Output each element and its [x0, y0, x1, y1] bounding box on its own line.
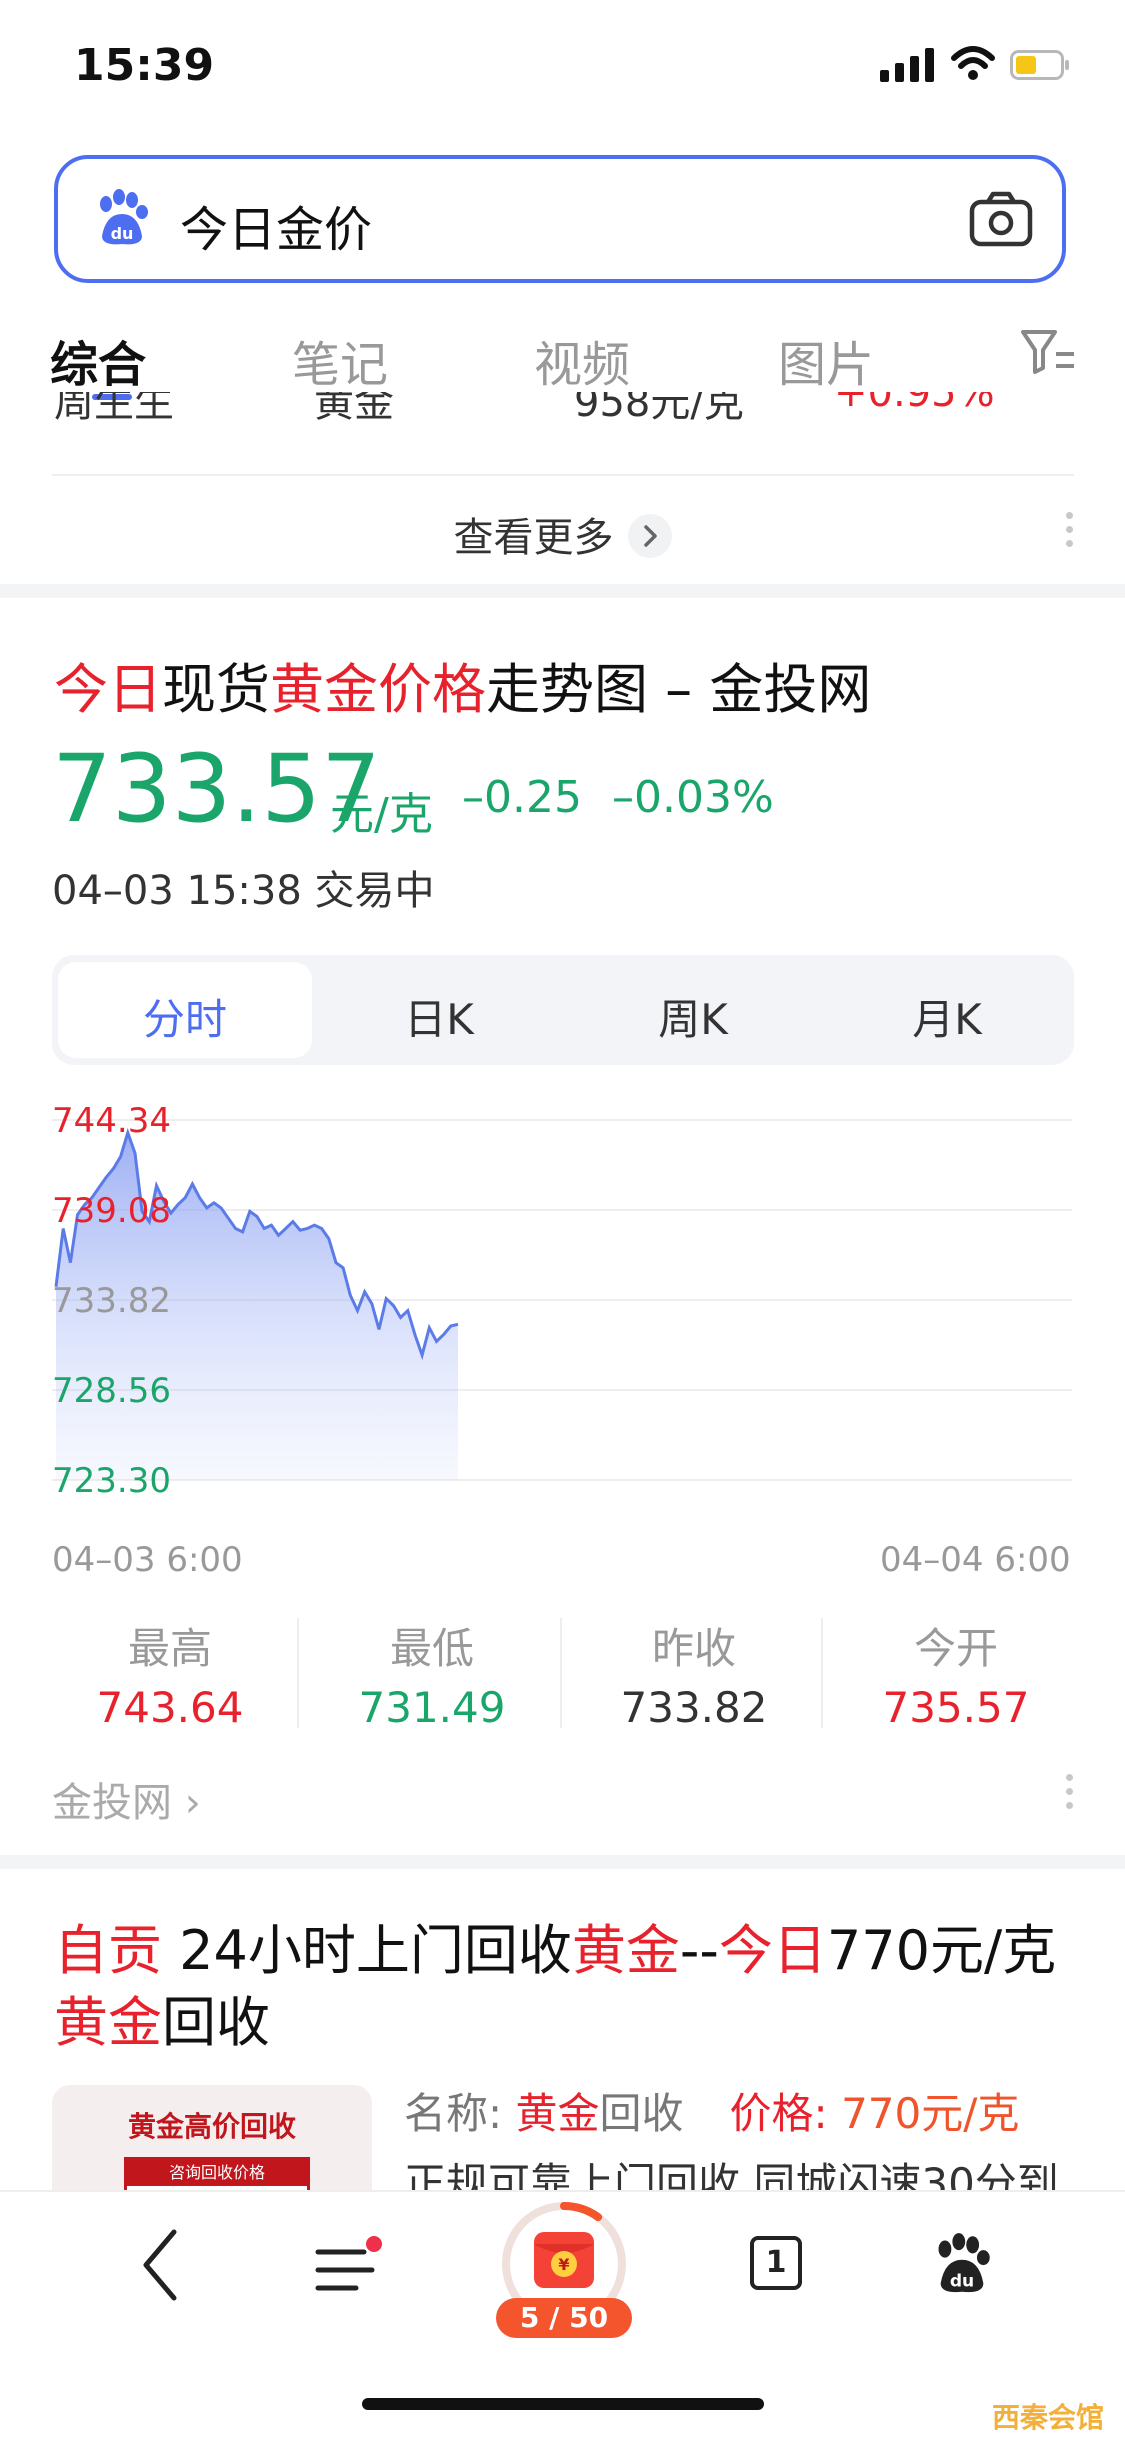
trade-timestamp: 04–03 15:38 交易中	[52, 868, 435, 914]
stat-high-value: 743.64	[96, 1683, 244, 1732]
price-change-percent: –0.03%	[612, 772, 774, 823]
divider	[52, 474, 1074, 476]
period-tab-monthly[interactable]: 月K	[820, 986, 1074, 1047]
ad-title[interactable]: 自贡 24小时上门回收黄金--今日770元/克黄金回收	[54, 1915, 1064, 2059]
price-unit: 元/克	[330, 789, 433, 840]
red-packet-icon: ¥	[534, 2232, 594, 2288]
baidu-paw-icon: du	[100, 189, 148, 245]
search-query[interactable]: 今日金价	[180, 190, 372, 260]
section-separator	[0, 584, 1125, 598]
svg-text:du: du	[111, 224, 134, 243]
stat-open-label: 今开	[913, 1624, 998, 1673]
tab-images[interactable]: 图片	[778, 325, 874, 395]
stat-open-value: 735.57	[882, 1683, 1030, 1732]
y-axis-tick-label: 728.56	[52, 1371, 171, 1411]
more-options-icon[interactable]	[1066, 512, 1074, 554]
period-tab-weekly[interactable]: 周K	[566, 986, 820, 1047]
home-indicator	[362, 2398, 764, 2410]
y-axis-tick-label: 739.08	[52, 1191, 171, 1231]
x-axis-end-label: 04–04 6:00	[880, 1540, 1071, 1580]
ad-info-line: 名称: 黄金回收 价格: 770元/克	[404, 2089, 1020, 2138]
stat-high-label: 最高	[127, 1624, 212, 1673]
stat-prev-close-label: 昨收	[651, 1624, 736, 1673]
source-link[interactable]: 金投网 ›	[52, 1770, 201, 1828]
section-separator	[0, 1855, 1125, 1869]
cut-row-type: 黄金	[314, 392, 394, 426]
ad-thumbnail-heading: 黄金高价回收	[127, 2110, 296, 2143]
baidu-home-icon[interactable]: du	[930, 2232, 994, 2296]
stat-divider	[821, 1618, 823, 1728]
stat-prev-close-value: 733.82	[620, 1683, 768, 1732]
tab-all[interactable]: 综合	[50, 325, 146, 395]
cut-row-brand: 周生生	[54, 392, 174, 426]
filter-icon[interactable]	[1020, 328, 1076, 376]
see-more-label: 查看更多	[453, 515, 614, 561]
stat-low-value: 731.49	[358, 1683, 506, 1732]
y-axis-tick-label: 723.30	[52, 1461, 171, 1501]
back-icon[interactable]	[140, 2228, 180, 2302]
y-axis-tick-label: 744.34	[52, 1101, 171, 1141]
battery-icon	[1010, 50, 1069, 80]
y-axis-tick-label: 733.82	[52, 1281, 171, 1321]
stat-low-label: 最低	[389, 1624, 474, 1673]
svg-text:du: du	[950, 2271, 974, 2291]
chevron-right-icon	[627, 514, 672, 558]
price-change: –0.25	[462, 772, 582, 823]
period-tab-intraday[interactable]: 分时	[58, 986, 312, 1047]
see-more-link[interactable]: 查看更多	[0, 505, 1125, 563]
red-packet-task-button[interactable]: ¥ 5 / 50	[496, 2196, 632, 2342]
svg-text:¥: ¥	[558, 2255, 569, 2274]
gold-card-title[interactable]: 今日现货黄金价格走势图 – 金投网	[54, 645, 871, 724]
tabs-count-button[interactable]: 1	[750, 2236, 802, 2290]
cut-row-price: 958元/克	[574, 392, 744, 426]
stat-divider	[560, 1618, 562, 1728]
period-tab-daily[interactable]: 日K	[312, 986, 566, 1047]
camera-icon[interactable]	[968, 190, 1034, 248]
task-progress-badge: 5 / 50	[496, 2298, 632, 2338]
ad-thumbnail-sign-bar: 咨询回收价格	[127, 2160, 307, 2186]
status-time: 15:39	[74, 40, 215, 91]
stat-divider	[297, 1618, 299, 1728]
intraday-price-chart[interactable]: 744.34 739.08 733.82 728.56 723.30	[0, 1090, 1125, 1510]
tab-notes[interactable]: 笔记	[292, 325, 388, 395]
more-options-icon[interactable]	[1066, 1774, 1074, 1816]
tab-videos[interactable]: 视频	[534, 325, 630, 395]
wifi-icon	[951, 46, 995, 80]
watermark: 西秦会馆	[992, 2401, 1105, 2434]
cellular-signal-icon	[880, 48, 934, 82]
menu-icon[interactable]	[314, 2236, 384, 2300]
cut-row-change: +0.95%	[834, 392, 995, 416]
x-axis-start-label: 04–03 6:00	[52, 1540, 243, 1580]
